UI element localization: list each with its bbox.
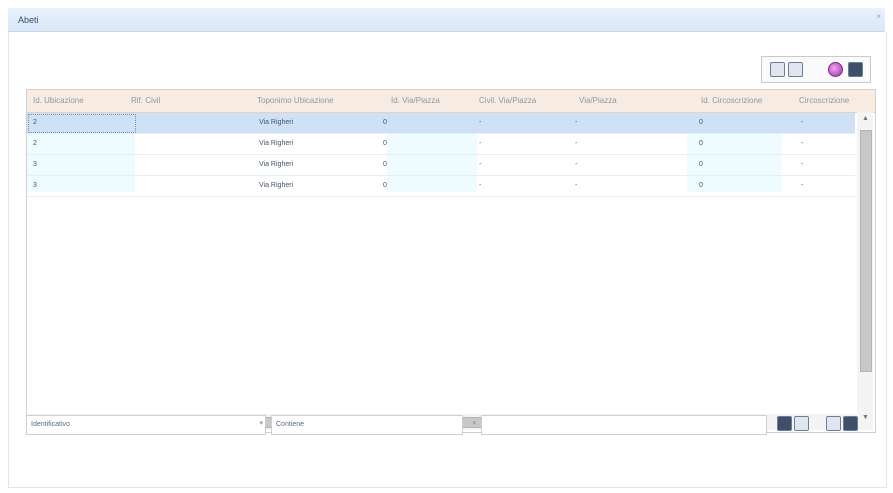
clear-filter-icon[interactable]	[794, 416, 809, 431]
table-row[interactable]: 2 Via Righeri 0 - - 0 -	[27, 113, 855, 134]
search-icon[interactable]	[777, 416, 792, 431]
table-cell: -	[801, 182, 804, 189]
close-icon[interactable]: ×	[876, 12, 881, 21]
filter-operator-value: Contiene	[276, 421, 305, 428]
table-cell: 2	[33, 140, 37, 147]
table-cell: 0	[699, 161, 703, 168]
table-cell: -	[479, 119, 482, 126]
table-cell: 0	[383, 161, 387, 168]
table-cell: -	[575, 140, 578, 147]
column-header[interactable]: Via/Piazza	[579, 96, 617, 105]
operator-dropdown[interactable]: ▾	[463, 415, 479, 433]
filter-operator-select[interactable]: Contiene	[271, 415, 463, 435]
window-title: Abeti	[18, 15, 39, 25]
data-grid: Id. Ubicazione Rif. Civil Toponimo Ubica…	[26, 89, 876, 433]
chevron-down-icon[interactable]: ▾	[472, 419, 476, 427]
save-icon[interactable]	[843, 416, 858, 431]
grid-header: Id. Ubicazione Rif. Civil Toponimo Ubica…	[27, 90, 875, 113]
chevron-down-icon[interactable]: ▾	[259, 419, 263, 427]
column-header[interactable]: Circoscrizione	[799, 96, 849, 105]
column-header[interactable]: Rif. Civil	[131, 96, 160, 105]
filter-value-input[interactable]	[481, 415, 767, 435]
check-grid-icon[interactable]	[826, 416, 841, 431]
filter-field-value: Identificativo	[31, 421, 70, 428]
table-cell: Via Righeri	[259, 161, 294, 168]
table-cell: 3	[33, 161, 37, 168]
column-header[interactable]: Id. Ubicazione	[33, 96, 84, 105]
table-cell: -	[479, 161, 482, 168]
app-window: Abeti × Id. Ubicazione Rif. Civil Toponi…	[0, 0, 893, 493]
vertical-scrollbar[interactable]: ▲ ▼	[857, 112, 873, 430]
table-cell: -	[575, 119, 578, 126]
table-cell: -	[479, 140, 482, 147]
purple-ball-icon[interactable]	[828, 62, 843, 77]
scroll-up-icon[interactable]: ▲	[862, 115, 869, 122]
table-row[interactable]: 3 Via Righeri 0 - - 0 -	[27, 176, 855, 197]
filter-bar: Identificativo ▾ Contiene ▾	[26, 415, 874, 435]
table-cell: 3	[33, 182, 37, 189]
table-cell: -	[479, 182, 482, 189]
grid-export-icon[interactable]	[770, 62, 785, 77]
cell-focus	[28, 114, 136, 133]
scroll-thumb[interactable]	[860, 130, 872, 372]
table-cell: 0	[699, 182, 703, 189]
column-header[interactable]: Id. Via/Piazza	[391, 96, 440, 105]
table-cell: Via Righeri	[259, 182, 294, 189]
save-icon[interactable]	[848, 62, 863, 77]
table-cell: -	[801, 119, 804, 126]
title-bar: Abeti ×	[8, 8, 885, 32]
table-cell: -	[801, 140, 804, 147]
table-cell: 0	[383, 140, 387, 147]
table-cell: -	[575, 182, 578, 189]
column-header[interactable]: Id. Circoscrizione	[701, 96, 762, 105]
table-cell: 2	[33, 119, 37, 126]
table-cell: 0	[383, 182, 387, 189]
check-grid-icon[interactable]	[788, 62, 803, 77]
table-cell: Via Righeri	[259, 140, 294, 147]
filter-field-select[interactable]: Identificativo	[26, 415, 266, 435]
toolbar	[761, 56, 871, 83]
table-cell: 0	[383, 119, 387, 126]
table-cell: 0	[699, 140, 703, 147]
column-header[interactable]: Civil. Via/Piazza	[479, 96, 536, 105]
content-area: Id. Ubicazione Rif. Civil Toponimo Ubica…	[8, 32, 887, 488]
table-row[interactable]: 2 Via Righeri 0 - - 0 -	[27, 134, 855, 155]
table-row[interactable]: 3 Via Righeri 0 - - 0 -	[27, 155, 855, 176]
table-cell: -	[575, 161, 578, 168]
column-header[interactable]: Toponimo Ubicazione	[257, 96, 334, 105]
field-dropdown[interactable]: ▾	[250, 415, 266, 433]
table-cell: Via Righeri	[259, 119, 294, 126]
table-cell: -	[801, 161, 804, 168]
table-cell: 0	[699, 119, 703, 126]
